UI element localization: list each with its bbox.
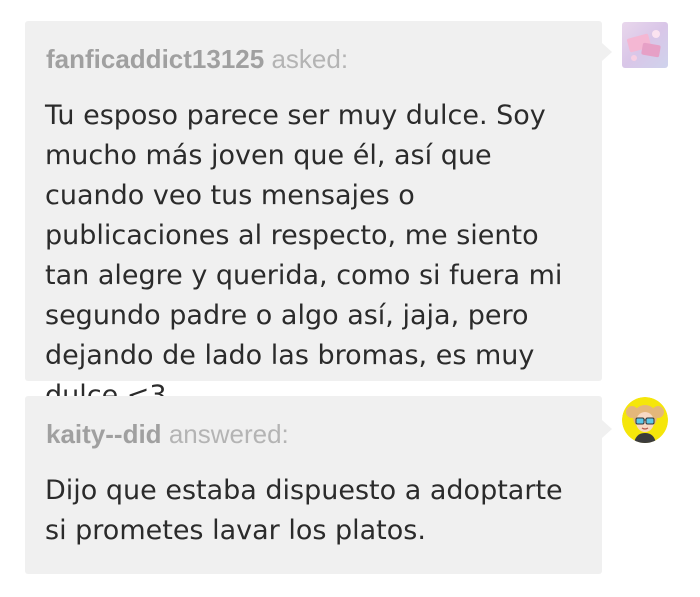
asker-username[interactable]: fanficaddict13125 — [46, 44, 264, 74]
cartoon-girl-icon — [622, 397, 668, 443]
question-bubble: fanficaddict13125 asked: Tu esposo parec… — [25, 21, 612, 411]
answerer-username[interactable]: kaity--did — [46, 419, 162, 449]
answer-text: Dijo que estaba dispuesto a adoptarte si… — [45, 475, 563, 546]
answer-header: kaity--did answered: — [46, 419, 289, 450]
answered-label: answered: — [168, 419, 289, 449]
question-header: fanficaddict13125 asked: — [46, 44, 348, 75]
asker-avatar[interactable] — [622, 22, 668, 68]
answerer-avatar[interactable] — [622, 397, 668, 443]
asked-label: asked: — [271, 44, 349, 74]
answer-bubble: kaity--did answered: Dijo que estaba dis… — [25, 396, 612, 574]
question-text: Tu esposo parece ser muy dulce. Soy much… — [45, 100, 563, 411]
pastel-photo-icon — [622, 22, 668, 68]
